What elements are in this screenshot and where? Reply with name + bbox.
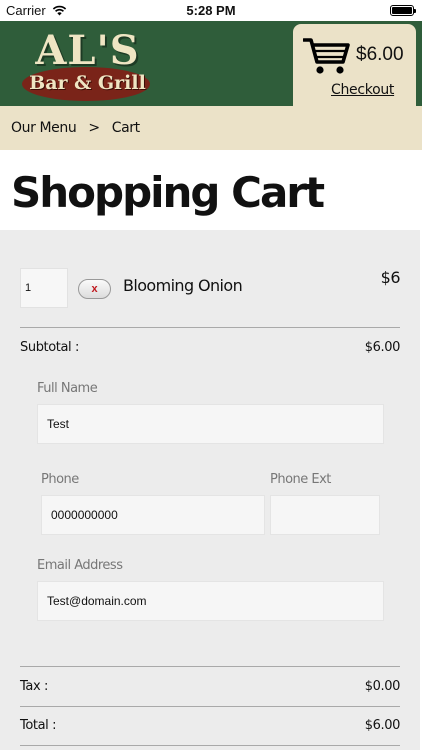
remove-item-button[interactable]: x (78, 279, 111, 299)
status-time: 5:28 PM (186, 3, 236, 18)
tax-value: $0.00 (364, 679, 401, 694)
page-title: Shopping Cart (11, 168, 325, 217)
phone-field[interactable]: 0000000000 (41, 495, 265, 535)
app-header: AL'S Bar & Grill $6.00 Checkout (0, 21, 422, 106)
item-name: Blooming Onion (123, 276, 243, 295)
breadcrumb-cart: Cart (111, 120, 140, 136)
divider (20, 706, 400, 707)
divider (20, 327, 400, 328)
cart-summary-panel[interactable]: $6.00 Checkout (293, 24, 416, 106)
email-label: Email Address (37, 558, 123, 573)
breadcrumb-separator: > (88, 120, 100, 136)
phone-label: Phone (41, 472, 79, 487)
close-icon: x (91, 283, 98, 295)
battery-icon (390, 5, 416, 16)
divider (20, 666, 400, 667)
email-field[interactable]: Test@domain.com (37, 581, 384, 621)
full-name-field[interactable]: Test (37, 404, 384, 444)
cart-total: $6.00 (356, 44, 404, 65)
breadcrumb-our-menu[interactable]: Our Menu (11, 106, 77, 150)
tax-label: Tax : (20, 679, 48, 694)
subtotal-value: $6.00 (364, 340, 401, 355)
total-label: Total : (20, 718, 57, 733)
shopping-cart-icon (303, 38, 350, 74)
status-bar: Carrier 5:28 PM (0, 0, 422, 21)
cart-content: 1 x Blooming Onion $6 Subtotal : $6.00 F… (0, 230, 422, 750)
phone-ext-field[interactable] (270, 495, 380, 535)
item-price: $6 (380, 268, 401, 287)
quantity-input[interactable]: 1 (20, 268, 68, 308)
phone-ext-label: Phone Ext (270, 472, 331, 487)
checkout-link[interactable]: Checkout (331, 82, 394, 98)
total-value: $6.00 (364, 718, 401, 733)
logo-sub-text: Bar & Grill (29, 72, 146, 94)
subtotal-label: Subtotal : (20, 340, 79, 355)
restaurant-logo[interactable]: AL'S Bar & Grill (20, 27, 155, 102)
breadcrumb: Our Menu > Cart (0, 106, 422, 150)
title-bar: Shopping Cart (0, 150, 422, 230)
full-name-label: Full Name (37, 381, 98, 396)
logo-main-text: AL'S (35, 27, 140, 74)
divider (20, 745, 400, 746)
